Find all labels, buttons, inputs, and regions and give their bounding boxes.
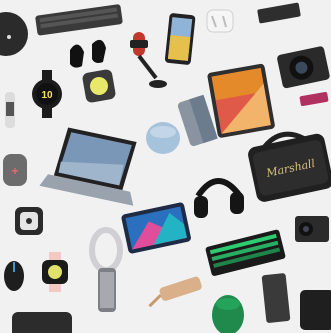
speaker-logo-icon: + — [11, 164, 18, 178]
tracker-icon — [15, 207, 43, 235]
earbuds-case-icon — [206, 9, 234, 33]
gaming-mouse-icon — [4, 261, 24, 291]
gadget-collage: 10 + Marshall — [0, 0, 331, 333]
smart-speaker-icon — [146, 122, 180, 154]
fitness-band-icon — [5, 92, 15, 128]
tablet-icon — [207, 63, 275, 138]
smart-light-icon — [82, 69, 116, 103]
smartphone-icon — [164, 13, 196, 65]
speaker-icon — [300, 290, 331, 330]
action-camera-icon — [295, 216, 329, 242]
portable-speaker-icon: + — [3, 154, 27, 186]
gadget-collage-image: 10 + Marshall — [0, 0, 331, 333]
power-bank-icon — [261, 273, 291, 323]
watch-face-number: 10 — [41, 90, 53, 101]
laptop-bag-icon — [12, 312, 72, 333]
